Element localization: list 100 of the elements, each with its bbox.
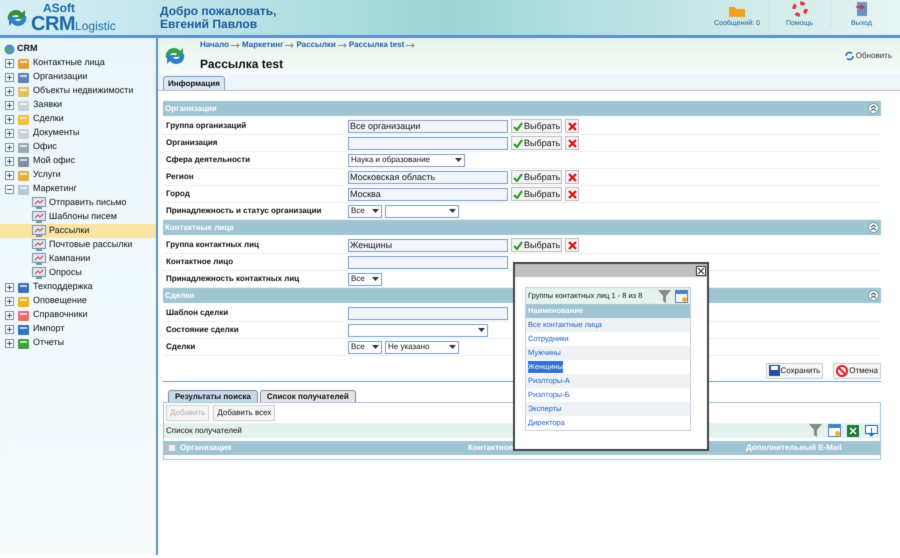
text-field[interactable] [348, 306, 508, 320]
tab[interactable]: Результаты поиска [168, 390, 258, 402]
tab[interactable]: Информация [163, 76, 225, 90]
dropdown[interactable] [385, 204, 459, 218]
tree-item[interactable]: Справочники [0, 308, 156, 322]
expand-toggle[interactable] [5, 324, 14, 334]
field-label: Принадлежность контактных лиц [165, 273, 300, 285]
tree-item[interactable]: Организации [0, 70, 156, 84]
breadcrumb-link[interactable]: Маркетинг [242, 39, 284, 51]
clear-button[interactable] [565, 119, 580, 133]
expand-toggle[interactable] [5, 296, 14, 306]
cancel-button[interactable]: Отмена [833, 362, 881, 378]
expand-toggle[interactable] [5, 128, 14, 138]
tree-item[interactable]: Заявки [0, 98, 156, 112]
plus-icon [7, 312, 12, 318]
tree-item[interactable]: Сделки [0, 112, 156, 126]
logo-sub-text: Logistic [75, 20, 116, 32]
arrow-icon [285, 42, 294, 48]
caret-icon [478, 328, 485, 332]
breadcrumb-link[interactable]: Рассылки [296, 39, 336, 51]
breadcrumb-link[interactable]: Рассылка test [348, 39, 404, 51]
add-button[interactable]: Добавить всех [213, 405, 276, 421]
tree-item[interactable]: Оповещение [0, 294, 156, 308]
caret-icon [372, 209, 379, 213]
text-field[interactable]: Женщины [348, 238, 508, 252]
dropdown[interactable]: Все [348, 272, 382, 286]
field-label: Регион [165, 171, 195, 183]
expand-toggle[interactable] [5, 282, 14, 292]
arrow-icon [338, 42, 347, 48]
expand-toggle[interactable] [5, 338, 14, 348]
arrow-icon [406, 42, 416, 48]
dropdown[interactable]: Не указано [385, 340, 459, 354]
clear-button[interactable] [565, 136, 580, 150]
tree-item[interactable]: Мой офис [0, 154, 156, 168]
tree-item[interactable]: Отчеты [0, 336, 156, 350]
select-button[interactable]: Выбрать [511, 187, 562, 201]
breadcrumb-link[interactable]: Начало [200, 39, 229, 51]
expand-toggle[interactable] [5, 114, 14, 124]
dropdown[interactable]: Наука и образование [348, 154, 465, 166]
download-icon[interactable] [865, 424, 878, 436]
tree-item[interactable]: Контактные лица [0, 56, 156, 70]
tree-item[interactable]: Шаблоны писем [0, 210, 156, 224]
tab[interactable]: Список получателей [260, 390, 356, 402]
expand-toggle[interactable] [5, 100, 14, 110]
clear-button[interactable] [565, 170, 580, 184]
spreadsheet-icon[interactable] [847, 424, 859, 436]
tree-item[interactable]: Импорт [0, 322, 156, 336]
field-label: Сделки [165, 341, 196, 353]
floppy-icon [768, 365, 780, 376]
refresh-button[interactable]: Обновить [844, 50, 892, 62]
tree-root[interactable]: CRM [17, 42, 38, 56]
expand-toggle[interactable] [5, 72, 14, 82]
tree-item[interactable]: Объекты недвижимости [0, 84, 156, 98]
tree-item[interactable]: Опросы [0, 266, 156, 280]
clear-button[interactable] [565, 187, 580, 201]
filter-icon[interactable] [809, 424, 822, 437]
tree-item[interactable]: Документы [0, 126, 156, 140]
select-button[interactable]: Выбрать [511, 238, 562, 252]
tree-item[interactable]: Почтовые рассылки [0, 238, 156, 252]
close-button[interactable] [696, 266, 706, 276]
logo[interactable]: ASoft CRMLogistic [0, 0, 158, 36]
tree-item[interactable]: Отправить письмо [0, 196, 156, 210]
expand-toggle[interactable] [5, 170, 14, 180]
tree-item[interactable]: Маркетинг [0, 182, 156, 196]
select-button[interactable]: Выбрать [511, 136, 562, 150]
dropdown[interactable]: Все [348, 204, 382, 218]
tree-item[interactable]: Рассылки [0, 224, 156, 238]
collapse-icon[interactable] [868, 103, 879, 114]
plus-icon [7, 158, 12, 164]
field-label: Группа организаций [165, 120, 248, 132]
collapse-toggle[interactable] [5, 184, 14, 194]
tree-item[interactable]: Офис [0, 140, 156, 154]
select-button[interactable]: Выбрать [511, 170, 562, 184]
tree-item[interactable]: Кампании [0, 252, 156, 266]
select-button[interactable]: Выбрать [511, 119, 562, 133]
dropdown[interactable] [348, 324, 488, 336]
text-field[interactable] [348, 136, 508, 150]
tree-item[interactable]: Техподдержка [0, 280, 156, 294]
text-field[interactable]: Все организации [348, 120, 508, 132]
columns-icon[interactable] [828, 424, 841, 437]
page-title: Рассылка test [200, 56, 284, 73]
save-button[interactable]: Сохранить [766, 362, 824, 378]
text-field[interactable] [348, 256, 508, 268]
expand-toggle[interactable] [5, 142, 14, 152]
collapse-icon[interactable] [868, 222, 879, 233]
expand-toggle[interactable] [5, 58, 14, 68]
logo-top-text: ASoft [43, 2, 76, 14]
tree-item[interactable]: Услуги [0, 168, 156, 182]
select-all-checkbox[interactable] [168, 444, 176, 452]
welcome-text: Добро пожаловать, [160, 4, 276, 18]
clear-button[interactable] [565, 238, 580, 252]
dropdown[interactable]: Все [348, 340, 382, 354]
expand-toggle[interactable] [5, 310, 14, 320]
columns-icon[interactable] [675, 290, 688, 302]
text-field[interactable]: Москва [348, 188, 508, 200]
expand-toggle[interactable] [5, 86, 14, 96]
collapse-icon[interactable] [868, 290, 879, 301]
text-field[interactable]: Московская область [348, 170, 508, 184]
expand-toggle[interactable] [5, 156, 14, 166]
section-header: Организации [163, 101, 881, 116]
